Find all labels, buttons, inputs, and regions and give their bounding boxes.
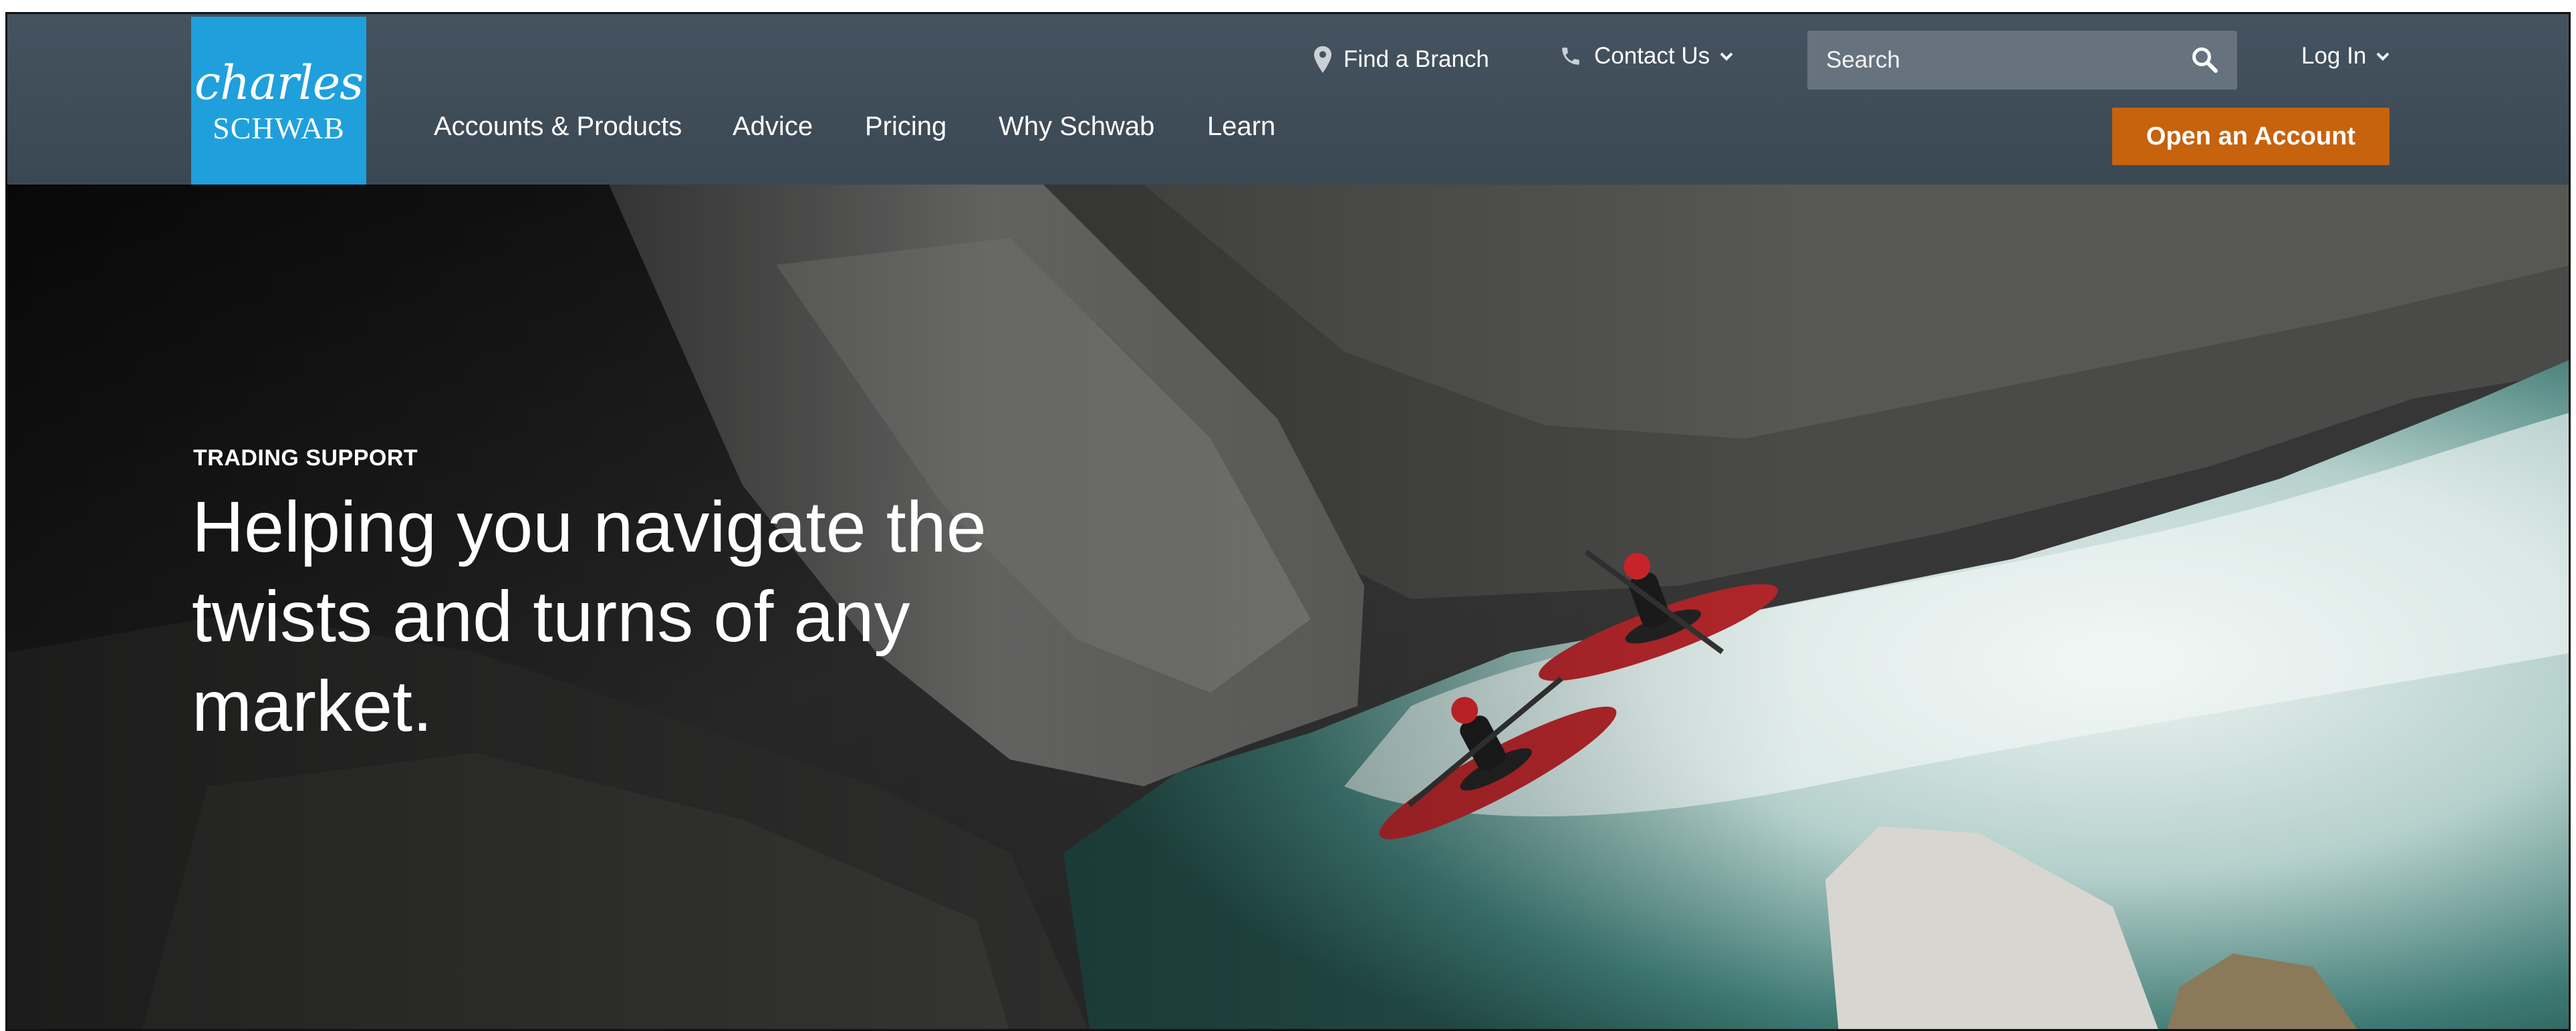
browser-viewport: charles SCHWAB Find a Branch Contact Us <box>5 12 2571 1031</box>
find-a-branch-link[interactable]: Find a Branch <box>1314 39 1489 80</box>
location-pin-icon <box>1314 46 1331 73</box>
nav-learn[interactable]: Learn <box>1207 112 1275 142</box>
site-header: charles SCHWAB Find a Branch Contact Us <box>7 14 2569 185</box>
log-in-menu[interactable]: Log In <box>2301 36 2390 76</box>
phone-icon <box>1559 45 1582 68</box>
nav-advice[interactable]: Advice <box>733 112 813 142</box>
hero-headline: Helping you navigate the twists and turn… <box>192 482 1061 751</box>
chevron-down-icon <box>2375 51 2390 62</box>
nav-why-schwab[interactable]: Why Schwab <box>999 112 1154 142</box>
contact-us-menu[interactable]: Contact Us <box>1559 36 1734 76</box>
hero-headline-line: twists and turns of any <box>192 576 910 657</box>
logo-wordmark-charles: charles <box>194 55 364 110</box>
hero-headline-line: market. <box>192 665 433 746</box>
hero-headline-line: Helping you navigate the <box>192 486 987 567</box>
nav-pricing[interactable]: Pricing <box>865 112 946 142</box>
open-an-account-button[interactable]: Open an Account <box>2112 108 2390 165</box>
hero-banner: TRADING SUPPORT Helping you navigate the… <box>7 185 2569 1029</box>
search-icon[interactable] <box>2189 44 2221 76</box>
nav-accounts-products[interactable]: Accounts & Products <box>434 112 682 142</box>
hero-eyebrow: TRADING SUPPORT <box>193 445 418 471</box>
logo-wordmark-schwab: SCHWAB <box>213 111 345 145</box>
charles-schwab-logo[interactable]: charles SCHWAB <box>191 17 366 185</box>
chevron-down-icon <box>1719 51 1734 62</box>
find-a-branch-label: Find a Branch <box>1343 46 1489 72</box>
search-input[interactable] <box>1807 31 2182 90</box>
contact-us-label: Contact Us <box>1594 43 1710 69</box>
search-bar <box>1807 31 2237 90</box>
log-in-label: Log In <box>2301 43 2367 69</box>
